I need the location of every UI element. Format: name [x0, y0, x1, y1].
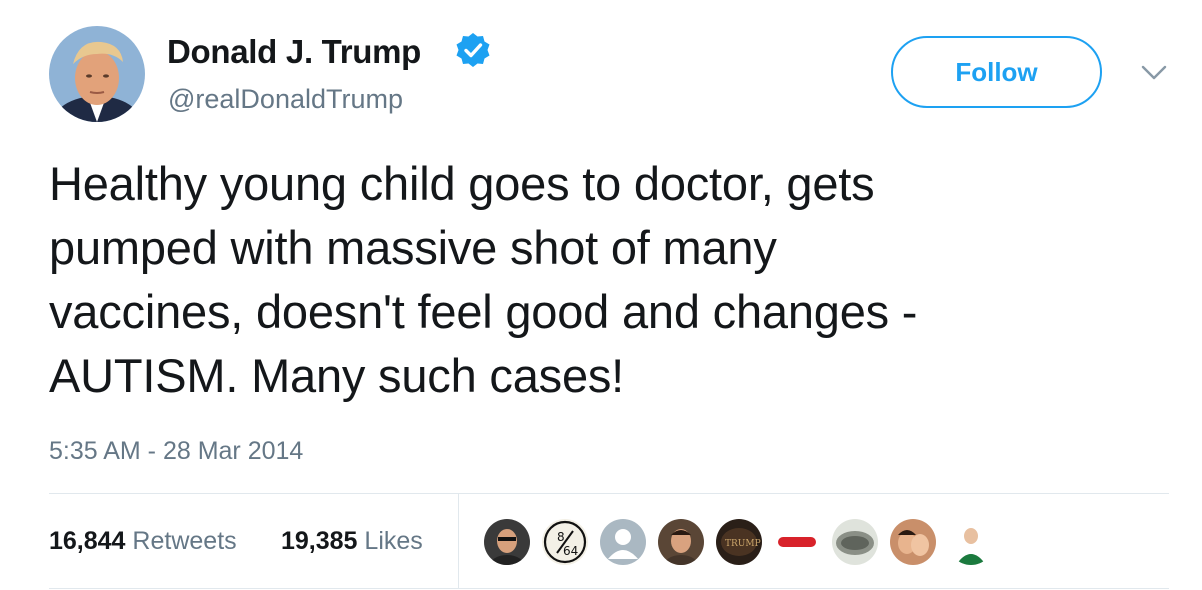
- author-handle[interactable]: @realDonaldTrump: [168, 84, 403, 115]
- svg-text:TRUMP: TRUMP: [725, 539, 761, 549]
- author-display-name[interactable]: Donald J. Trump: [167, 33, 421, 71]
- liker-avatar-2[interactable]: 8 64: [540, 517, 590, 567]
- liker-avatar-3[interactable]: [598, 517, 648, 567]
- tweet-line: vaccines, doesn't feel good and changes …: [49, 285, 918, 338]
- likes-label: Likes: [364, 527, 423, 555]
- stats-divider-top: [49, 493, 1169, 494]
- chevron-down-icon[interactable]: [1141, 64, 1167, 82]
- liker-avatar-9[interactable]: [946, 517, 996, 567]
- svg-text:8: 8: [557, 530, 565, 544]
- tweet-line: Healthy young child goes to doctor, gets: [49, 157, 875, 210]
- tweet-text: Healthy young child goes to doctor, gets…: [49, 152, 1169, 408]
- tweet-line: AUTISM. Many such cases!: [49, 349, 625, 402]
- retweets-stat[interactable]: 16,844 Retweets: [49, 527, 237, 556]
- author-avatar[interactable]: [49, 26, 145, 122]
- verified-badge-icon: [455, 32, 491, 68]
- profile-photo: [49, 26, 145, 122]
- stats-divider-vertical: [458, 493, 459, 589]
- liker-avatar-1[interactable]: [482, 517, 532, 567]
- retweets-count: 16,844: [49, 527, 126, 555]
- liker-avatar-4[interactable]: [656, 517, 706, 567]
- liker-avatar-6[interactable]: [772, 517, 822, 567]
- liker-avatar-7[interactable]: [830, 517, 880, 567]
- svg-text:64: 64: [563, 544, 578, 558]
- retweets-label: Retweets: [132, 527, 237, 555]
- stats-divider-bottom: [49, 588, 1169, 589]
- tweet-line: pumped with massive shot of many: [49, 221, 777, 274]
- follow-button[interactable]: Follow: [891, 36, 1102, 108]
- likes-stat[interactable]: 19,385 Likes: [281, 527, 423, 556]
- tweet-timestamp[interactable]: 5:35 AM - 28 Mar 2014: [49, 437, 303, 466]
- liker-avatar-8[interactable]: [888, 517, 938, 567]
- liker-avatar-5[interactable]: TRUMP: [714, 517, 764, 567]
- likes-count: 19,385: [281, 527, 358, 555]
